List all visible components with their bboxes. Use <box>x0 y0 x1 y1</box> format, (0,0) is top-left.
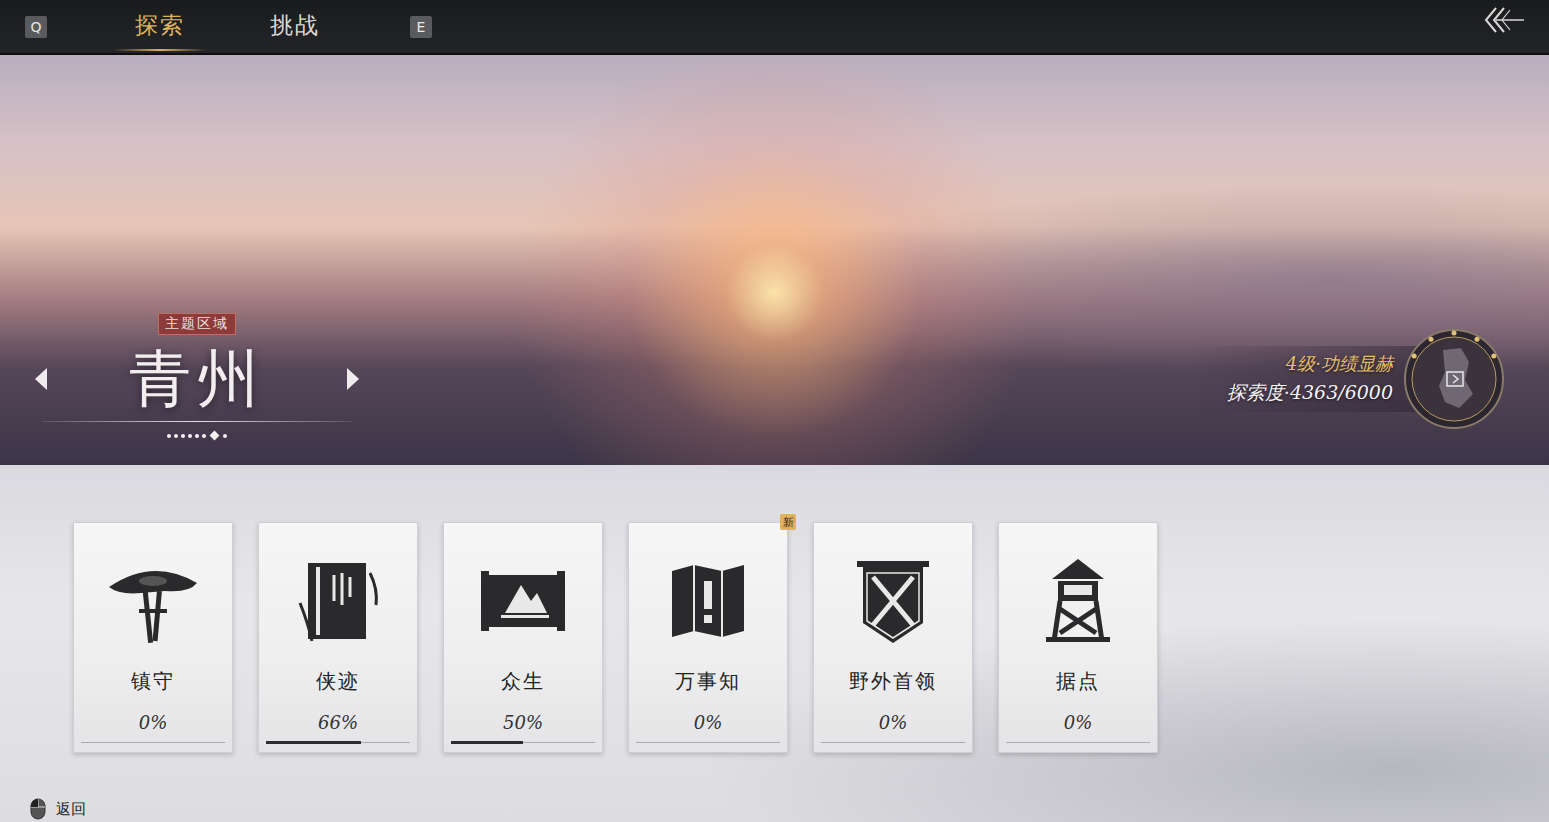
region-banner: 主题区域青州 4级·功绩显赫探索度·4363/6000 <box>0 55 1549 465</box>
card-icon-box <box>475 553 571 649</box>
right-arrow-icon <box>347 368 359 390</box>
card-label: 侠迹 <box>316 669 360 693</box>
top-bar: Q 探索挑战 E <box>0 0 1549 55</box>
tab[interactable]: 探索 <box>113 2 207 51</box>
card-icon-box <box>290 553 386 649</box>
category-area: 镇守 0% 侠迹 66% 众生 50% 新万事知 0% 野外首领 0% 据点 0% 返回 <box>0 465 1549 822</box>
rank-title: 4级·功绩显赫 <box>1286 352 1393 376</box>
category-cards: 镇守 0% 侠迹 66% 众生 50% 新万事知 0% 野外首领 0% 据点 0% <box>0 465 1549 753</box>
back-button[interactable] <box>1481 2 1527 38</box>
region-row: 青州 <box>33 339 361 419</box>
card-label: 众生 <box>501 669 545 693</box>
category-card[interactable]: 野外首领 0% <box>813 522 973 753</box>
card-label: 镇守 <box>131 669 175 693</box>
category-card[interactable]: 新万事知0% <box>628 522 788 753</box>
card-icon-box <box>105 553 201 649</box>
rank-texts: 4级·功绩显赫探索度·4363/6000 <box>1187 346 1423 412</box>
region-tag: 主题区域 <box>158 313 236 335</box>
hat-swords-icon <box>105 553 201 649</box>
card-icon-box <box>660 553 756 649</box>
progress-track <box>636 741 780 744</box>
progress-track <box>81 741 225 744</box>
pager-dot[interactable] <box>195 434 199 438</box>
next-region-button[interactable] <box>345 367 361 391</box>
mouse-icon <box>30 798 46 820</box>
pager-dot[interactable] <box>188 434 192 438</box>
progress-track <box>1006 741 1150 744</box>
pager-dot[interactable] <box>202 434 206 438</box>
progress-fill <box>266 741 361 744</box>
book-icon <box>290 553 386 649</box>
region-emblem-icon <box>1403 328 1505 430</box>
card-percent: 0% <box>1064 711 1093 735</box>
explore-screen: Q 探索挑战 E 主题区域青州 4级·功绩显赫探索度·4363/6000 镇守 0% 侠迹 66… <box>0 0 1549 822</box>
back-arrow-icon <box>1482 4 1526 36</box>
card-percent: 66% <box>318 711 358 735</box>
watchtower-icon <box>1030 553 1126 649</box>
card-label: 万事知 <box>675 669 741 693</box>
pager-dot[interactable] <box>181 434 185 438</box>
back-hint[interactable]: 返回 <box>56 800 86 819</box>
card-percent: 0% <box>139 711 168 735</box>
pager-dot[interactable] <box>223 434 227 438</box>
pager-dot[interactable] <box>174 434 178 438</box>
new-badge: 新 <box>780 514 796 530</box>
region-selector: 主题区域青州 <box>33 313 361 439</box>
progress-track <box>266 741 410 744</box>
pager-dot[interactable] <box>210 431 220 441</box>
card-icon-box <box>845 553 941 649</box>
card-label: 野外首领 <box>849 669 937 693</box>
scroll-landscape-icon <box>475 553 571 649</box>
category-card[interactable]: 众生 50% <box>443 522 603 753</box>
banner-swords-icon <box>845 553 941 649</box>
card-percent: 50% <box>503 711 543 735</box>
category-card[interactable]: 据点 0% <box>998 522 1158 753</box>
exploration-rank: 4级·功绩显赫探索度·4363/6000 <box>1187 328 1505 430</box>
tab[interactable]: 挑战 <box>248 2 342 51</box>
map-exclaim-icon <box>660 553 756 649</box>
footer-hint: 返回 <box>0 798 1549 822</box>
card-percent: 0% <box>879 711 908 735</box>
prev-key-hint[interactable]: Q <box>25 16 47 38</box>
card-label: 据点 <box>1056 669 1100 693</box>
prev-region-button[interactable] <box>33 367 49 391</box>
left-arrow-icon <box>35 368 47 390</box>
progress-track <box>821 741 965 744</box>
region-name: 青州 <box>129 339 265 419</box>
region-divider <box>42 421 352 422</box>
card-icon-box <box>1030 553 1126 649</box>
tab-list: 探索挑战 <box>113 2 342 51</box>
next-key-hint[interactable]: E <box>410 16 432 38</box>
region-emblem[interactable] <box>1403 328 1505 430</box>
region-pager <box>167 432 227 439</box>
pager-dot[interactable] <box>167 434 171 438</box>
category-card[interactable]: 镇守 0% <box>73 522 233 753</box>
card-percent: 0% <box>694 711 723 735</box>
category-card[interactable]: 侠迹 66% <box>258 522 418 753</box>
progress-track <box>451 741 595 744</box>
exploration-progress: 探索度·4363/6000 <box>1227 380 1393 406</box>
progress-fill <box>451 741 523 744</box>
